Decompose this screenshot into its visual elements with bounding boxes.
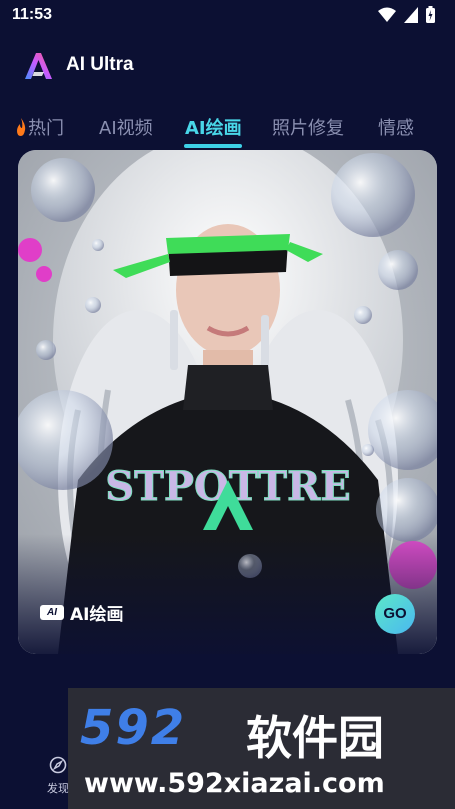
fire-icon — [17, 118, 26, 136]
card-label: AI绘画 — [70, 605, 124, 625]
tab-emotion[interactable]: 情感 — [378, 114, 414, 140]
category-tabs: 热门 AI视频 AI绘画 照片修复 情感 — [0, 108, 455, 150]
go-button[interactable]: GO — [375, 594, 415, 634]
app-title: AI Ultra — [66, 54, 134, 75]
status-icons — [378, 6, 435, 23]
ai-ultra-logo — [25, 53, 52, 79]
tab-ai-painting[interactable]: AI绘画 — [185, 114, 242, 140]
battery-icon — [426, 6, 435, 23]
tab-hot-label: 热门 — [28, 118, 64, 139]
signal-icon — [404, 6, 418, 23]
watermark-logo-text: 软件园 — [246, 711, 384, 765]
tab-photo-restore[interactable]: 照片修复 — [272, 114, 344, 140]
app-header: AI Ultra — [0, 40, 455, 94]
compass-icon — [49, 756, 67, 774]
watermark-logo-number: 592 — [80, 700, 187, 756]
active-tab-indicator — [184, 144, 242, 148]
status-time: 11:53 — [12, 6, 53, 23]
watermark-url: www.592xiazai.com — [84, 768, 385, 799]
ai-painting-card[interactable]: STPOTTRE AI AI绘画 GO — [18, 150, 437, 654]
wifi-icon — [378, 7, 396, 22]
watermark-overlay: 592 软件园 www.592xiazai.com — [68, 688, 455, 809]
tab-hot[interactable]: 热门 — [16, 114, 64, 140]
ai-badge-icon: AI — [40, 605, 64, 620]
card-gradient-overlay — [18, 534, 437, 654]
tab-ai-video[interactable]: AI视频 — [99, 114, 153, 140]
status-bar: 11:53 — [0, 0, 455, 32]
